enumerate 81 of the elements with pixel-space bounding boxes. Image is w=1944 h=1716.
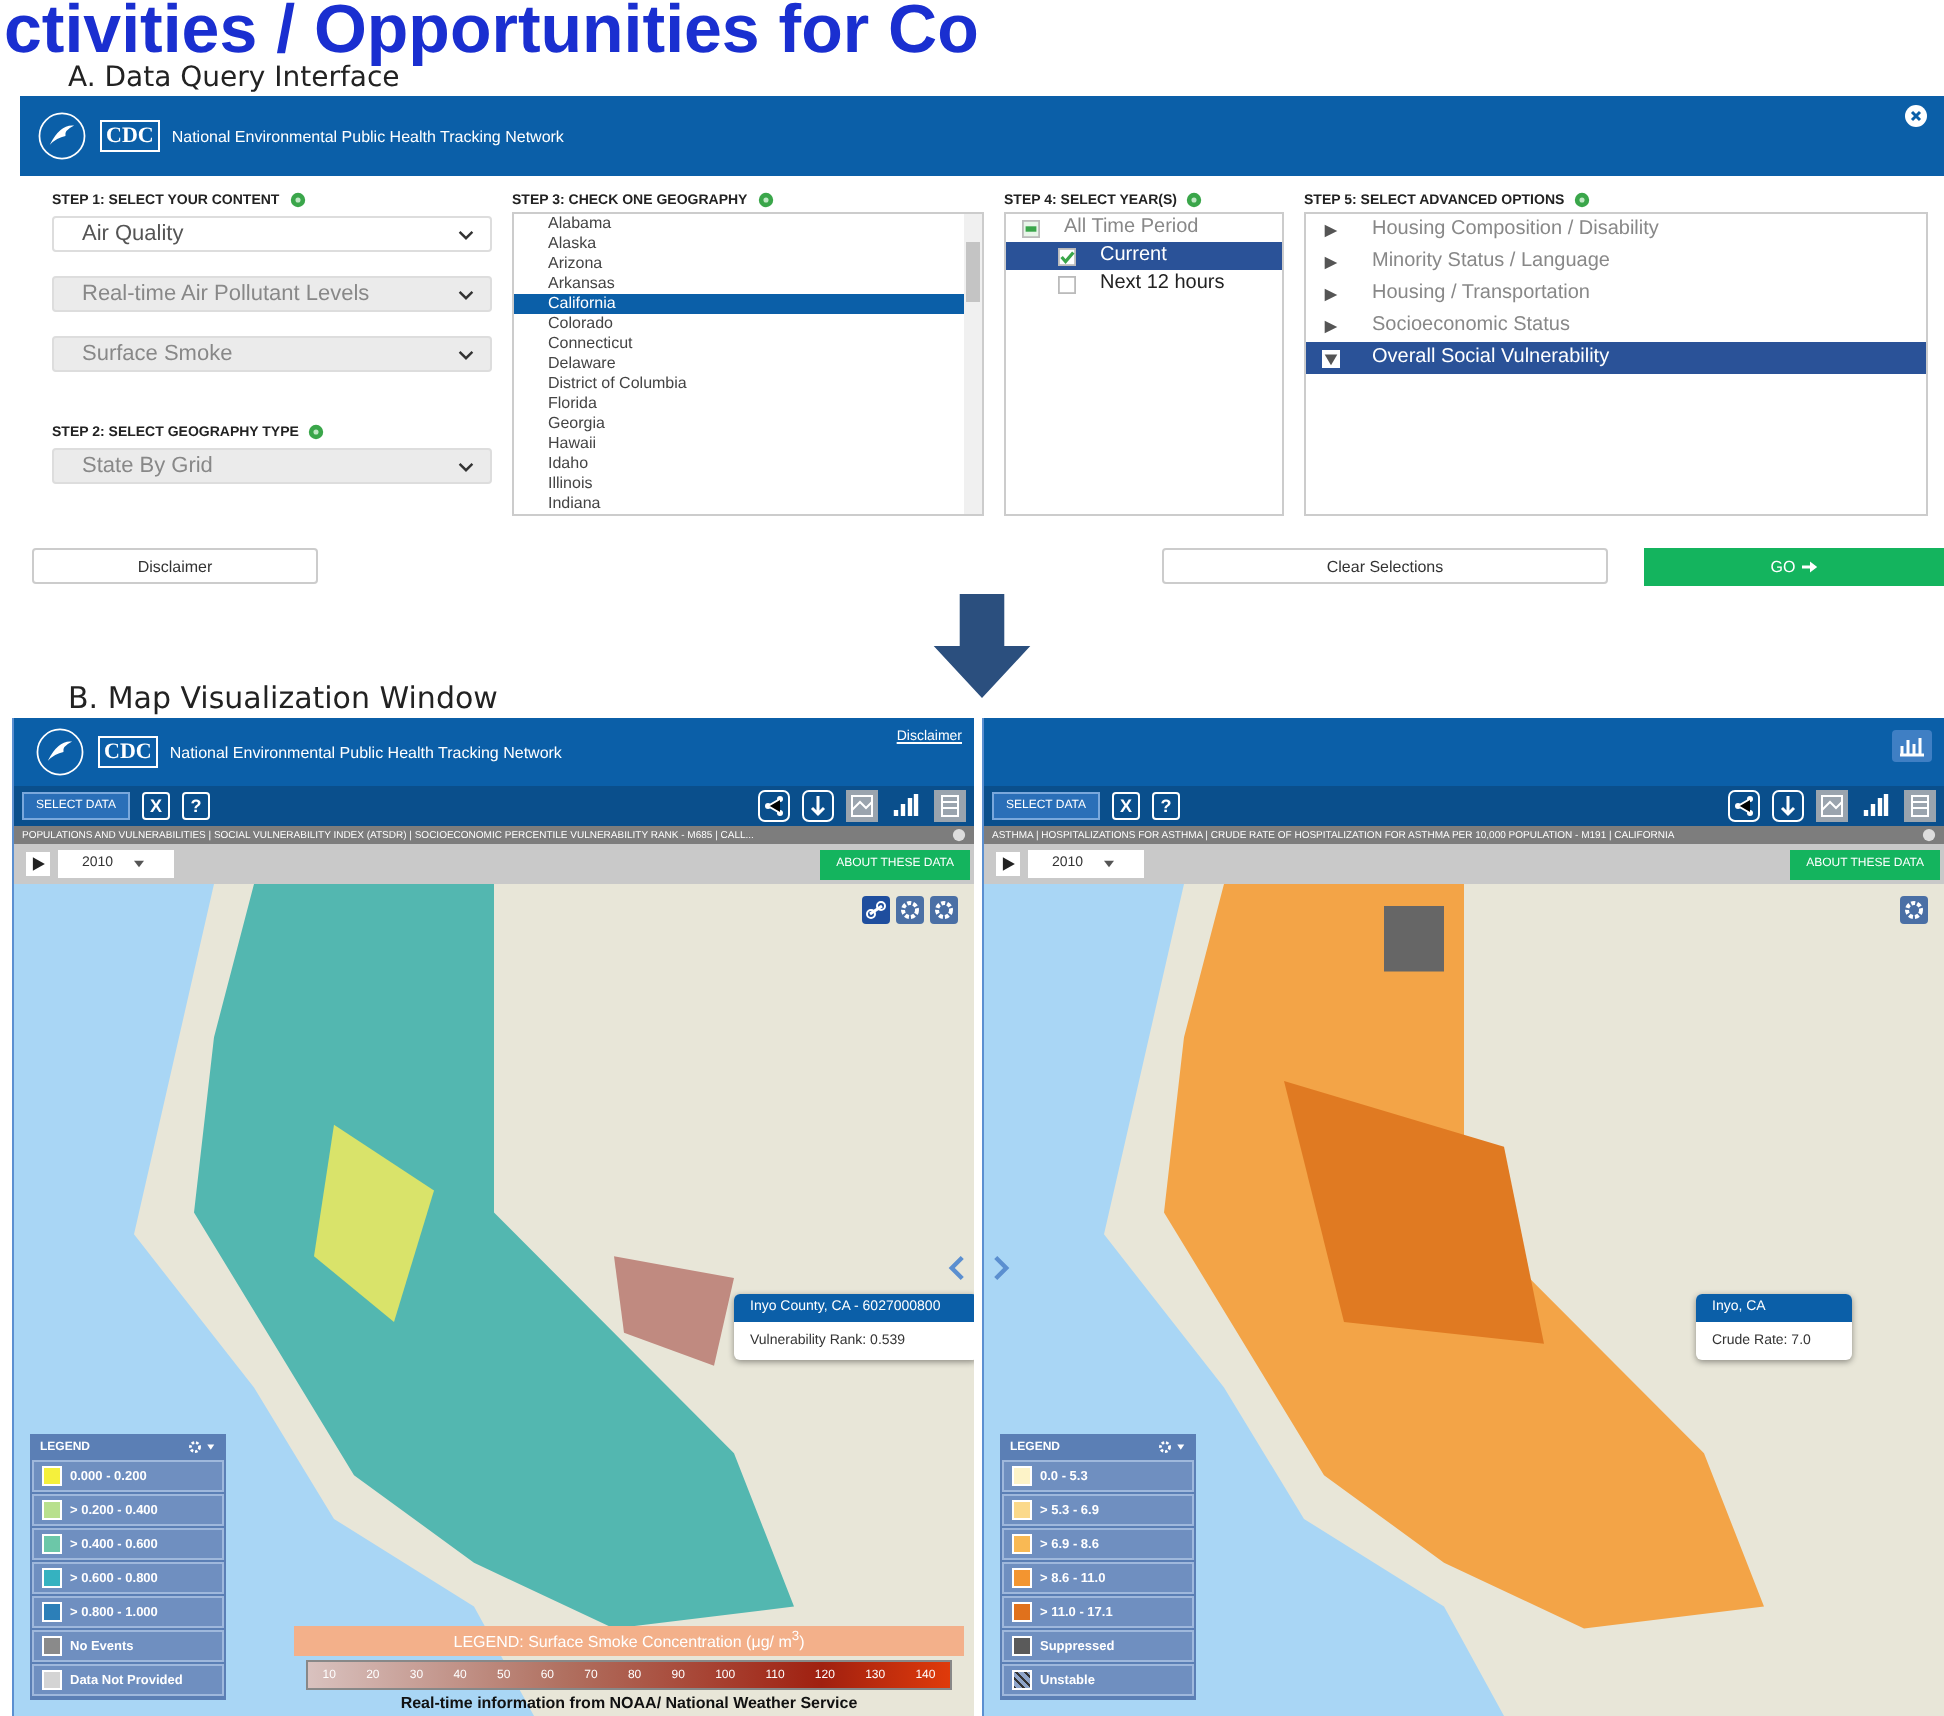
eagle-logo-icon: [36, 110, 88, 162]
option-item[interactable]: Housing / Transportation: [1306, 278, 1926, 310]
geography-option[interactable]: Illinois: [514, 474, 964, 494]
help-button[interactable]: ?: [1152, 792, 1181, 820]
geography-option[interactable]: Georgia: [514, 414, 964, 434]
close-button[interactable]: X: [142, 792, 171, 820]
geography-option[interactable]: Arizona: [514, 254, 964, 274]
collapsed-triangle-icon[interactable]: [1322, 221, 1340, 239]
close-icon[interactable]: [1904, 104, 1928, 128]
download-icon[interactable]: [802, 790, 834, 822]
site-title: National Environmental Public Health Tracking Network: [171, 127, 564, 145]
info-icon[interactable]: [1922, 828, 1936, 842]
caret-icon: [458, 462, 474, 472]
bar-chart-icon[interactable]: [1892, 730, 1932, 762]
site-title: National Environmental Public Health Tracking Network: [169, 743, 562, 761]
collapsed-triangle-icon[interactable]: [1322, 285, 1340, 303]
gear-icon[interactable]: [188, 1440, 216, 1454]
bar-chart-icon[interactable]: [1860, 790, 1892, 822]
play-icon[interactable]: [26, 850, 50, 878]
geography-option[interactable]: Alaska: [514, 234, 964, 254]
download-icon[interactable]: [1772, 790, 1804, 822]
year-option[interactable]: All Time Period: [1006, 214, 1282, 242]
checkbox-icon[interactable]: [1022, 219, 1040, 237]
geography-option[interactable]: Idaho: [514, 454, 964, 474]
clear-selections-button[interactable]: Clear Selections: [1162, 548, 1608, 584]
caret-icon: [133, 860, 144, 868]
settings-icon[interactable]: [896, 896, 924, 924]
eagle-logo-icon: [34, 726, 86, 778]
help-icon[interactable]: [1186, 192, 1203, 208]
close-button[interactable]: X: [1112, 792, 1141, 820]
info-icon[interactable]: [952, 828, 966, 842]
help-button[interactable]: ?: [182, 792, 211, 820]
section-label: B. Map Visualization Window: [66, 678, 500, 718]
option-item[interactable]: Housing Composition / Disability: [1306, 214, 1926, 246]
collapsed-triangle-icon[interactable]: [1322, 253, 1340, 271]
cdc-logo: CDC: [100, 120, 160, 152]
share-icon[interactable]: [758, 790, 790, 822]
geography-option[interactable]: Colorado: [514, 314, 964, 334]
link-icon[interactable]: [862, 896, 890, 924]
down-arrow-icon: [930, 594, 1034, 698]
scrollbar[interactable]: [964, 214, 982, 514]
settings-icon[interactable]: [930, 896, 958, 924]
play-icon[interactable]: [996, 850, 1020, 878]
geography-option[interactable]: California: [514, 294, 964, 314]
help-icon[interactable]: [308, 424, 325, 440]
option-item[interactable]: Overall Social Vulnerability: [1306, 342, 1926, 374]
section-label: A. Data Query Interface: [66, 62, 400, 96]
arrow-right-icon: [1801, 560, 1818, 574]
share-icon[interactable]: [1728, 790, 1760, 822]
geography-option[interactable]: Connecticut: [514, 334, 964, 354]
collapsed-triangle-icon[interactable]: [1322, 317, 1340, 335]
bar-chart-icon[interactable]: [890, 790, 922, 822]
caret-icon: [1103, 860, 1114, 868]
geography-option[interactable]: Arkansas: [514, 274, 964, 294]
content-dropdown[interactable]: Air Quality: [52, 216, 492, 252]
help-icon[interactable]: [1574, 192, 1591, 208]
caret-icon: [458, 290, 474, 300]
gear-icon[interactable]: [1158, 1440, 1186, 1454]
option-item[interactable]: Minority Status / Language: [1306, 246, 1926, 278]
checkbox-icon[interactable]: [1058, 275, 1076, 293]
help-icon[interactable]: [757, 192, 774, 208]
smoke-legend-title: LEGEND: Surface Smoke Concentration (μg/ m$^{3}$): [294, 1626, 964, 1656]
year-option[interactable]: Current: [1006, 242, 1282, 270]
geography-option[interactable]: Indiana: [514, 494, 964, 514]
checkbox-icon[interactable]: [1058, 247, 1076, 265]
geography-option[interactable]: Florida: [514, 394, 964, 414]
expanded-triangle-icon[interactable]: [1322, 349, 1340, 367]
cdc-logo: CDC: [98, 736, 158, 768]
caret-icon: [458, 350, 474, 360]
geography-option[interactable]: Delaware: [514, 354, 964, 374]
geography-option[interactable]: Hawaii: [514, 434, 964, 454]
disclaimer-button[interactable]: Disclaimer: [32, 548, 318, 584]
option-item[interactable]: Socioeconomic Status: [1306, 310, 1926, 342]
year-option[interactable]: Next 12 hours: [1006, 270, 1282, 298]
settings-icon[interactable]: [1900, 896, 1928, 924]
data-source-caption: Real-time information from NOAA/ National Weather Service: [400, 1692, 858, 1716]
geography-option[interactable]: Alabama: [514, 214, 964, 234]
help-icon[interactable]: [289, 192, 306, 208]
chevron-left-icon[interactable]: [948, 1254, 966, 1282]
caret-icon: [458, 230, 474, 240]
geography-option[interactable]: District of Columbia: [514, 374, 964, 394]
